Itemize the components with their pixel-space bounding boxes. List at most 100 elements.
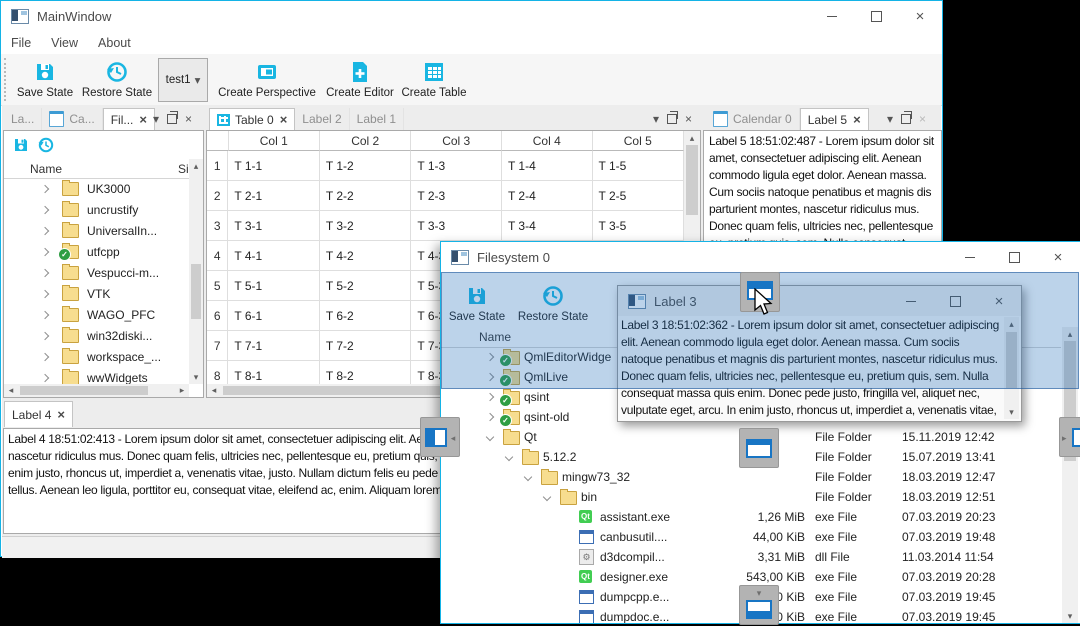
expand-icon[interactable] [40, 205, 50, 214]
table-cell[interactable]: T 3-2 [319, 211, 412, 241]
table-cell[interactable]: T 1-3 [411, 151, 502, 181]
tree-header-name[interactable]: Name [30, 162, 62, 176]
right-tab-label5[interactable]: Label 5 × [799, 108, 869, 130]
table-cell[interactable]: T 2-1 [228, 181, 320, 211]
minimize-button[interactable] [948, 242, 992, 272]
toolbar-handle[interactable] [4, 58, 6, 101]
tree-item-UK3000[interactable]: UK3000 [4, 178, 189, 199]
dock-indicator-center[interactable] [739, 428, 779, 468]
tab-close-icon[interactable]: × [139, 112, 147, 127]
fs-item-mingw7332[interactable]: mingw73_32 File Folder 18.03.2019 12:47 [441, 467, 1060, 487]
table-cell[interactable]: T 2-5 [592, 181, 684, 211]
table-cell[interactable]: T 2-2 [319, 181, 412, 211]
scroll-down-icon[interactable]: ▾ [1004, 406, 1019, 418]
table-cell[interactable]: T 4-2 [319, 241, 412, 271]
left-tab-ca[interactable]: Ca... [42, 108, 103, 130]
expand-icon[interactable] [40, 310, 50, 319]
table-cell[interactable]: T 1-2 [319, 151, 412, 181]
table-cell[interactable]: T 7-1 [228, 331, 320, 361]
expand-icon[interactable] [523, 472, 533, 482]
dock-indicator-right[interactable]: ▸ [1059, 417, 1080, 457]
tab-close-icon[interactable]: × [280, 112, 288, 127]
row-header[interactable]: 3 [207, 211, 229, 241]
left-tab-la[interactable]: La... [4, 108, 43, 130]
fs-item-assistantexe[interactable]: Qt assistant.exe 1,26 MiB exe File 07.03.201… [441, 507, 1060, 527]
create-table-button[interactable]: Create Table [399, 56, 469, 102]
tab-menu-icon[interactable]: ▾ [653, 112, 659, 126]
row-header[interactable]: 6 [207, 301, 229, 331]
tab-menu-icon[interactable]: ▾ [887, 112, 893, 126]
table-cell[interactable]: T 6-1 [228, 301, 320, 331]
expand-icon[interactable] [542, 492, 552, 502]
table-cell[interactable]: T 3-3 [411, 211, 502, 241]
tree-item-uncrustify[interactable]: uncrustify [4, 199, 189, 220]
tree-item-utfcpp[interactable]: ✓ utfcpp [4, 241, 189, 262]
left-tree-vscrollbar[interactable]: ▴ ▾ [189, 159, 203, 384]
column-header-4[interactable]: Col 4 [501, 131, 593, 151]
table-cell[interactable]: T 4-1 [228, 241, 320, 271]
expand-icon[interactable] [40, 373, 50, 382]
expand-icon[interactable] [40, 184, 50, 193]
tab-menu-icon[interactable]: ▾ [153, 112, 159, 126]
center-tab-label2[interactable]: Label 2 [295, 108, 350, 130]
row-header[interactable]: 4 [207, 241, 229, 271]
menu-file[interactable]: File [1, 36, 41, 50]
expand-icon[interactable] [40, 352, 50, 361]
expand-icon[interactable] [40, 289, 50, 298]
scroll-down-icon[interactable]: ▾ [1062, 610, 1078, 622]
table-cell[interactable]: T 3-1 [228, 211, 320, 241]
fs-item-d3dcompil[interactable]: ⚙ d3dcompil... 3,31 MiB dll File 11.03.2014 … [441, 547, 1060, 567]
center-tab-label1[interactable]: Label 1 [350, 108, 405, 130]
table-cell[interactable]: T 2-3 [411, 181, 502, 211]
scroll-left-icon[interactable]: ◂ [209, 384, 219, 397]
close-panel-icon[interactable]: × [685, 112, 692, 126]
table-cell[interactable]: T 8-1 [228, 361, 320, 385]
expand-icon[interactable] [485, 392, 495, 402]
tree-item-UniversalIn[interactable]: UniversalIn... [4, 220, 189, 241]
column-header-1[interactable]: Col 1 [228, 131, 320, 151]
expand-icon[interactable] [40, 331, 50, 340]
maximize-button[interactable] [854, 1, 898, 31]
float-icon[interactable] [167, 111, 179, 124]
tab-close-icon[interactable]: × [57, 407, 65, 422]
scroll-up-icon[interactable]: ▴ [684, 132, 700, 144]
tree-item-win32diski[interactable]: win32diski... [4, 325, 189, 346]
filesystem-titlebar[interactable]: Filesystem 0 × [441, 242, 1080, 272]
left-tab-fil[interactable]: Fil... × [102, 108, 155, 130]
expand-icon[interactable] [40, 247, 50, 256]
menu-view[interactable]: View [41, 36, 88, 50]
maximize-button[interactable] [992, 242, 1036, 272]
row-header[interactable]: 1 [207, 151, 229, 181]
minimize-button[interactable] [810, 1, 854, 31]
menu-about[interactable]: About [88, 36, 141, 50]
scroll-down-icon[interactable]: ▾ [189, 371, 203, 383]
table-cell[interactable]: T 1-1 [228, 151, 320, 181]
tab-close-icon[interactable]: × [853, 112, 861, 127]
save-state-button[interactable]: Save State [13, 56, 77, 102]
tree-item-Vespuccim[interactable]: Vespucci-m... [4, 262, 189, 283]
row-header[interactable]: 5 [207, 271, 229, 301]
tree-item-VTK[interactable]: VTK [4, 283, 189, 304]
tree-item-workspace[interactable]: workspace_... [4, 346, 189, 367]
expand-icon[interactable] [485, 412, 495, 422]
scroll-up-icon[interactable]: ▴ [189, 160, 203, 172]
expand-icon[interactable] [504, 452, 514, 462]
fs-item-canbusutil[interactable]: canbusutil.... 44,00 KiB exe File 07.03.201… [441, 527, 1060, 547]
float-icon[interactable] [901, 111, 913, 124]
left-tree-hscrollbar[interactable]: ◂ ▸ [4, 384, 189, 397]
table-cell[interactable]: T 8-2 [320, 361, 412, 385]
dock-indicator-bottom[interactable]: ▾ [739, 585, 779, 625]
scroll-right-icon[interactable]: ▸ [177, 384, 187, 397]
fs-save-icon-small[interactable] [12, 136, 30, 157]
restore-state-button[interactable]: Restore State [81, 56, 153, 102]
table-cell[interactable]: T 1-4 [501, 151, 593, 181]
create-editor-button[interactable]: Create Editor [325, 56, 395, 102]
dock-indicator-left[interactable]: ◂ [420, 417, 460, 457]
table-cell[interactable]: T 7-2 [319, 331, 412, 361]
expand-icon[interactable] [40, 226, 50, 235]
column-header-3[interactable]: Col 3 [411, 131, 502, 151]
table-cell[interactable]: T 2-4 [501, 181, 593, 211]
column-header-5[interactable]: Col 5 [592, 131, 684, 151]
table-cell[interactable]: T 6-2 [319, 301, 412, 331]
expand-icon[interactable] [485, 432, 495, 442]
